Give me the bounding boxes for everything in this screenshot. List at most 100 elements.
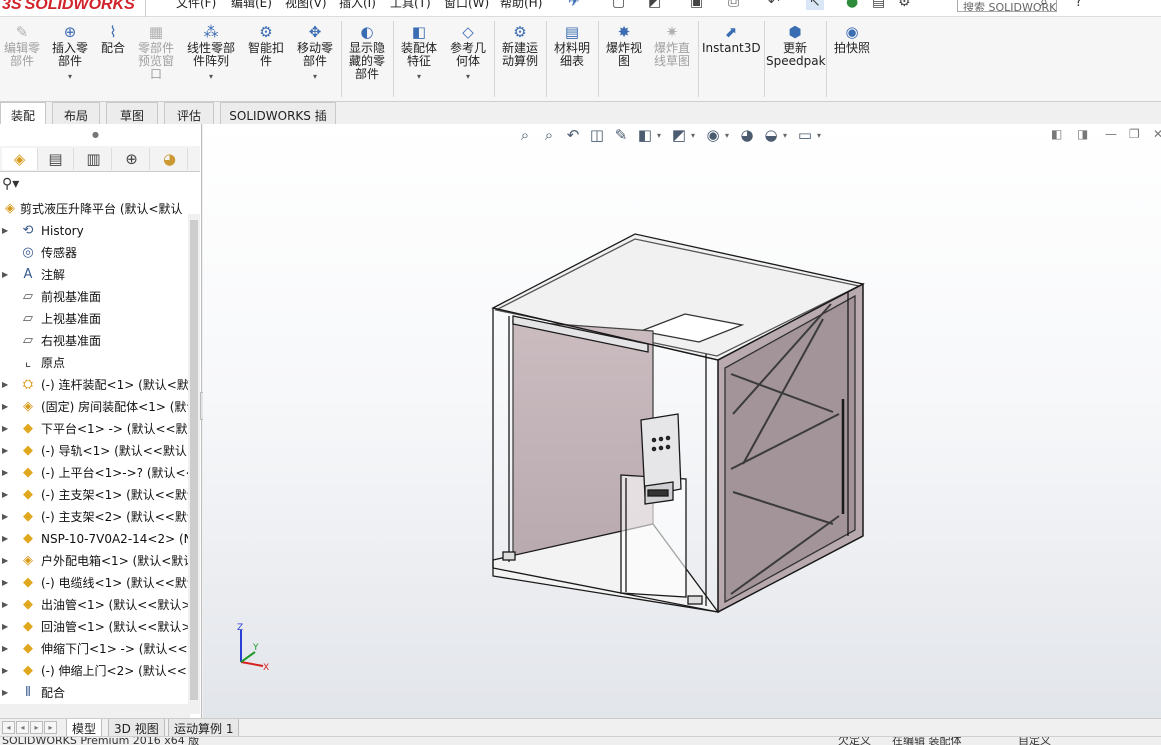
assembly-features-caret-icon[interactable]: ▾ (397, 70, 441, 83)
tree-horizontal-scrollbar[interactable] (0, 704, 190, 718)
save-icon[interactable]: ▣ (690, 0, 703, 10)
undo-icon[interactable]: ↶ (768, 0, 780, 10)
tree-item[interactable]: ▶ ◆ (-) 导轨<1> (默认<<默认> (0, 440, 190, 462)
status-units[interactable]: 自定义 (1018, 737, 1051, 745)
instant3d-button[interactable]: ⬈ Instant3D (702, 23, 761, 55)
tab-model[interactable]: 模型 (66, 719, 103, 737)
options-icon[interactable]: ⚙ (898, 0, 911, 10)
traffic-light-icon[interactable]: ● (846, 0, 858, 10)
expand-arrow-icon[interactable]: ▶ (2, 528, 8, 550)
tree-item[interactable]: ◎ 传感器 (0, 242, 190, 264)
expand-arrow-icon[interactable]: ▶ (2, 506, 8, 528)
expand-arrow-icon[interactable]: ▶ (2, 220, 8, 242)
filter-icon[interactable]: ⚲▾ (2, 176, 19, 192)
expand-arrow-icon[interactable]: ▶ (2, 616, 8, 638)
scrollbar-thumb[interactable] (190, 220, 198, 700)
next-tab-arrow-icon[interactable]: ▸ (30, 721, 43, 734)
select-icon[interactable]: ↖ (806, 0, 824, 10)
component-preview-button[interactable]: ▦ 零部件预览窗口 (134, 23, 178, 81)
new-document-icon[interactable]: ▢ (612, 0, 625, 10)
tree-item[interactable]: ▶ ⛭ (-) 连杆装配<1> (默认<默认 (0, 374, 190, 396)
configurationmanager-icon[interactable]: ▥ (76, 148, 112, 170)
reference-geometry-button[interactable]: ◇ 参考几何体 ▾ (446, 23, 490, 83)
move-component-button[interactable]: ✥ 移动零部件 ▾ (293, 23, 337, 83)
expand-arrow-icon[interactable]: ▶ (2, 264, 8, 286)
tree-item[interactable]: ▶ ◆ 下平台<1> -> (默认<<默认 (0, 418, 190, 440)
move-component-caret-icon[interactable]: ▾ (293, 70, 337, 83)
tree-root[interactable]: ◈ 剪式液压升降平台 (默认<默认 (0, 198, 190, 220)
expand-arrow-icon[interactable]: ▶ (2, 462, 8, 484)
assembly-model-view[interactable] (203, 124, 1161, 720)
expand-arrow-icon[interactable]: ▶ (2, 638, 8, 660)
tree-item[interactable]: ▶ ◆ (-) 电缆线<1> (默认<<默认 (0, 572, 190, 594)
menu-help[interactable]: 帮助(H) (500, 0, 542, 11)
tree-item[interactable]: ▶ A 注解 (0, 264, 190, 286)
panel-grip-icon[interactable]: ● (92, 130, 99, 139)
expand-arrow-icon[interactable]: ▶ (2, 484, 8, 506)
tree-item[interactable]: ▶ ◆ (-) 上平台<1>->? (默认<< (0, 462, 190, 484)
explode-line-sketch-button[interactable]: ✷ 爆炸直线草图 (650, 23, 694, 68)
tree-item[interactable]: ▶ ◆ (-) 主支架<1> (默认<<默认 (0, 484, 190, 506)
search-icon[interactable]: ⌕ (1040, 0, 1048, 10)
tree-item[interactable]: ▱ 右视基准面 (0, 330, 190, 352)
new-motion-study-button[interactable]: ⚙ 新建运动算例 (498, 23, 542, 68)
display-manager-icon[interactable]: ◕ (152, 148, 188, 170)
tab-layout[interactable]: 布局 (52, 102, 100, 124)
menu-edit[interactable]: 编辑(E) (231, 0, 272, 11)
tree-item[interactable]: ▶ ⦀ 配合 (0, 682, 190, 704)
tab-sketch[interactable]: 草图 (106, 102, 158, 124)
show-hidden-button[interactable]: ◐ 显示隐藏的零部件 (345, 23, 389, 81)
propertymanager-icon[interactable]: ▤ (38, 148, 74, 170)
update-speedpak-button[interactable]: ⬢ 更新Speedpak (766, 23, 826, 68)
smart-fasteners-button[interactable]: ⚙ 智能扣件 (245, 23, 287, 68)
dimxpert-icon[interactable]: ⊕ (114, 148, 150, 170)
print-icon[interactable]: ⎙ (728, 0, 739, 10)
menu-view[interactable]: 视图(V) (285, 0, 327, 11)
tree-item[interactable]: ▶ ◆ (-) 主支架<2> (默认<<默认 (0, 506, 190, 528)
tree-item[interactable]: ▶ ◆ 回油管<1> (默认<<默认> (0, 616, 190, 638)
edit-component-button[interactable]: ✎ 编辑零部件 (2, 23, 42, 68)
assembly-features-button[interactable]: ◧ 装配体特征 ▾ (397, 23, 441, 83)
tab-evaluate[interactable]: 评估 (164, 102, 214, 124)
file-properties-icon[interactable]: ▤ (872, 0, 885, 10)
expand-arrow-icon[interactable]: ▶ (2, 440, 8, 462)
tab-3d-view[interactable]: 3D 视图 (108, 719, 165, 737)
bom-button[interactable]: ▤ 材料明细表 (550, 23, 594, 68)
linear-pattern-button[interactable]: ⁂ 线性零部件阵列 ▾ (184, 23, 238, 83)
graphics-area[interactable]: ⌕ ⌕ ↶ ◫ ✎ ◧ ▾ ◩ ▾ ◉ ▾ ◕ ◒ ▾ ▭ ▾ ◧ ◨ — ❐ ✕ (203, 124, 1161, 720)
menu-insert[interactable]: 插入(I) (339, 0, 376, 11)
first-tab-arrow-icon[interactable]: ◂ (2, 721, 15, 734)
expand-arrow-icon[interactable]: ▶ (2, 682, 8, 704)
tree-item[interactable]: ▱ 上视基准面 (0, 308, 190, 330)
expand-arrow-icon[interactable]: ▶ (2, 418, 8, 440)
reference-geometry-caret-icon[interactable]: ▾ (446, 70, 490, 83)
expand-arrow-icon[interactable]: ▶ (2, 660, 8, 682)
tree-item[interactable]: ▶ ⟲ History (0, 220, 190, 242)
tree-item[interactable]: ▶ ◈ 户外配电箱<1> (默认<默认 (0, 550, 190, 572)
menu-window[interactable]: 窗口(W) (444, 0, 489, 11)
expand-arrow-icon[interactable]: ▶ (2, 594, 8, 616)
tab-motion-study[interactable]: 运动算例 1 (168, 719, 240, 737)
tree-item[interactable]: ▶ ◆ NSP-10-7V0A2-14<2> (N (0, 528, 190, 550)
linear-pattern-caret-icon[interactable]: ▾ (184, 70, 238, 83)
tree-item[interactable]: ▶ ◈ (固定) 房间装配体<1> (默认 (0, 396, 190, 418)
help-icon[interactable]: ? (1075, 0, 1082, 10)
snapshot-button[interactable]: ◉ 拍快照 (830, 23, 874, 55)
insert-components-button[interactable]: ⊕ 插入零部件 ▾ (48, 23, 92, 83)
last-tab-arrow-icon[interactable]: ▸ (44, 721, 57, 734)
insert-components-caret-icon[interactable]: ▾ (48, 70, 92, 83)
tree-item[interactable]: ⌞ 原点 (0, 352, 190, 374)
tree-item[interactable]: ▶ ◆ (-) 伸缩上门<2> (默认<< (0, 660, 190, 682)
tree-item[interactable]: ▱ 前视基准面 (0, 286, 190, 308)
exploded-view-button[interactable]: ✸ 爆炸视图 (602, 23, 646, 68)
menu-file[interactable]: 文件(F) (176, 0, 216, 11)
tree-vertical-scrollbar[interactable] (188, 214, 200, 714)
tree-item[interactable]: ▶ ◆ 伸缩下门<1> -> (默认<< (0, 638, 190, 660)
expand-arrow-icon[interactable]: ▶ (2, 374, 8, 396)
featuremanager-icon[interactable]: ◈ (2, 148, 38, 170)
tab-assembly[interactable]: 装配体 (0, 102, 46, 140)
pin-icon[interactable]: ✈ (568, 0, 580, 10)
prev-tab-arrow-icon[interactable]: ◂ (16, 721, 29, 734)
expand-arrow-icon[interactable]: ▶ (2, 572, 8, 594)
expand-arrow-icon[interactable]: ▶ (2, 396, 8, 418)
